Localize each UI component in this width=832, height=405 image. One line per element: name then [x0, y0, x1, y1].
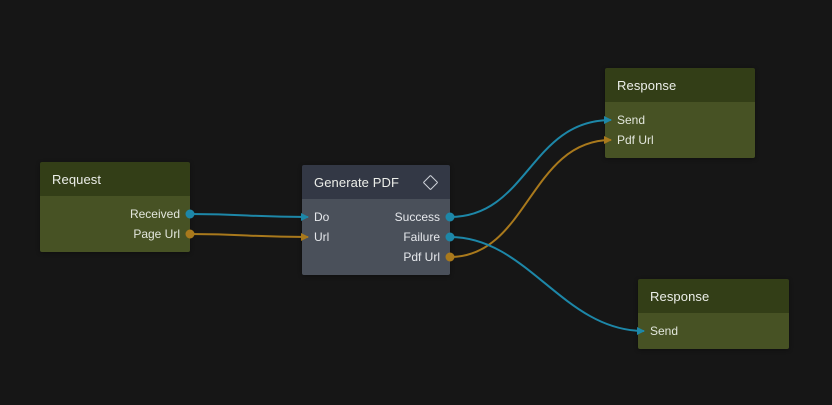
- port-success-label: Success: [395, 210, 450, 224]
- node-title: Generate PDF: [314, 175, 399, 190]
- port-pdfurl-label: Pdf Url: [403, 250, 450, 264]
- port-send-label: Send: [605, 113, 645, 127]
- port-row: Send: [605, 110, 755, 130]
- node-request[interactable]: Request Received Page Url: [40, 162, 190, 252]
- wire-received-to-do[interactable]: [190, 214, 308, 217]
- port-row: Do Success: [302, 207, 450, 227]
- port-received-label: Received: [40, 207, 190, 221]
- diamond-icon: [423, 174, 439, 190]
- node-request-header[interactable]: Request: [40, 162, 190, 196]
- node-response-bottom-body: Send: [638, 313, 789, 349]
- node-title: Response: [650, 289, 709, 304]
- port-row: Pdf Url: [605, 130, 755, 150]
- node-response-bottom[interactable]: Response Send: [638, 279, 789, 349]
- port-row: Send: [638, 321, 789, 341]
- node-response-top-header[interactable]: Response: [605, 68, 755, 102]
- port-row: Pdf Url: [302, 247, 450, 267]
- node-title: Request: [52, 172, 101, 187]
- node-graph-canvas[interactable]: Request Received Page Url Generate PDF D…: [0, 0, 832, 405]
- port-pdfurl-in-label: Pdf Url: [605, 133, 654, 147]
- node-title: Response: [617, 78, 676, 93]
- wire-failure-to-send[interactable]: [450, 237, 644, 331]
- wire-pdfurl-to-pdfurl[interactable]: [450, 140, 611, 257]
- node-generate-pdf-body: Do Success Url Failure Pdf Url: [302, 199, 450, 275]
- wire-success-to-send[interactable]: [450, 120, 611, 217]
- port-pageurl-label: Page Url: [40, 227, 190, 241]
- wire-pageurl-to-url[interactable]: [190, 234, 308, 237]
- node-generate-pdf[interactable]: Generate PDF Do Success Url Failure Pdf …: [302, 165, 450, 275]
- port-row: Page Url: [40, 224, 190, 244]
- node-response-bottom-header[interactable]: Response: [638, 279, 789, 313]
- port-failure-label: Failure: [403, 230, 450, 244]
- port-row: Received: [40, 204, 190, 224]
- port-url-label: Url: [302, 230, 329, 244]
- port-send-label: Send: [638, 324, 678, 338]
- node-response-top-body: Send Pdf Url: [605, 102, 755, 158]
- port-do-label: Do: [302, 210, 329, 224]
- node-request-body: Received Page Url: [40, 196, 190, 252]
- port-row: Url Failure: [302, 227, 450, 247]
- node-generate-pdf-header[interactable]: Generate PDF: [302, 165, 450, 199]
- node-response-top[interactable]: Response Send Pdf Url: [605, 68, 755, 158]
